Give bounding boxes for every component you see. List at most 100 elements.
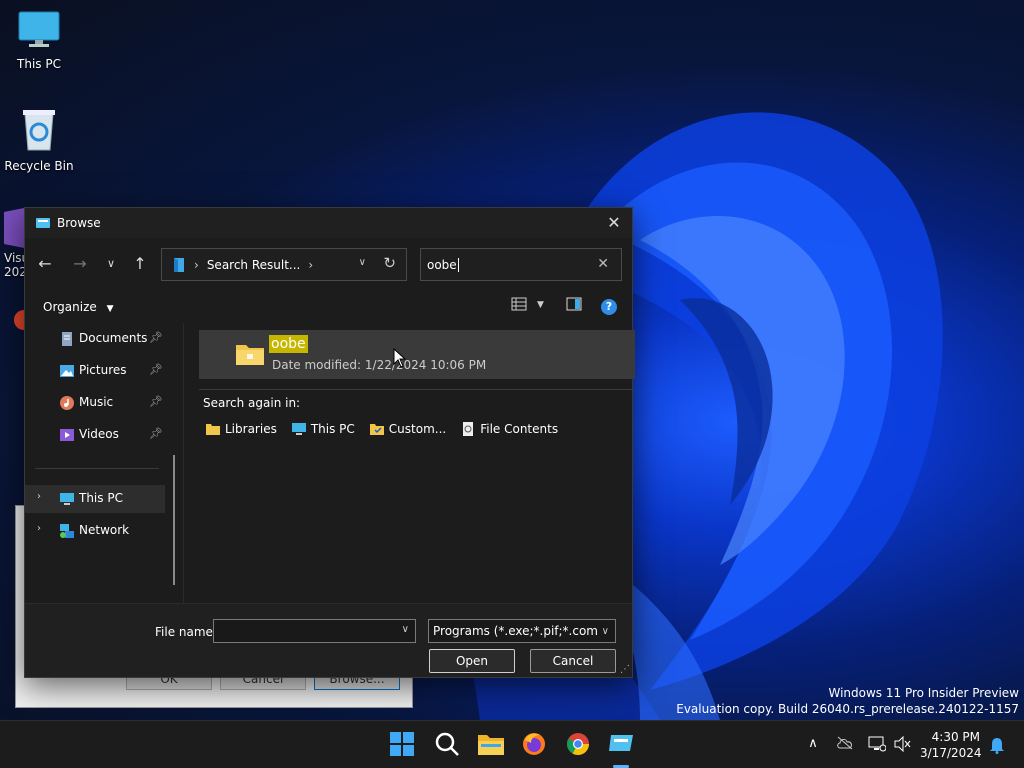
search-again-file-contents[interactable]: File Contents <box>460 421 558 437</box>
pin-icon: 📌︎ <box>149 363 163 376</box>
desktop-icon-this-pc[interactable]: This PC <box>1 10 77 71</box>
clear-search-icon[interactable]: ✕ <box>597 256 609 272</box>
cancel-button[interactable]: Cancel <box>530 649 616 673</box>
music-icon <box>60 396 74 410</box>
nav-item-videos[interactable]: Videos 📌︎ <box>25 421 165 449</box>
arrow-up-icon: ↑ <box>133 254 147 273</box>
breadcrumb-search-results[interactable]: Search Result... <box>207 258 301 272</box>
command-bar: Organize ▼ ▼ ? <box>25 292 632 322</box>
start-button[interactable] <box>389 731 417 759</box>
pictures-icon <box>60 365 74 377</box>
nav-pane-scrollbar[interactable] <box>173 455 175 585</box>
divider <box>199 389 635 390</box>
nav-item-pictures[interactable]: Pictures 📌︎ <box>25 357 165 385</box>
search-icon <box>435 732 459 756</box>
app-icon <box>14 310 34 330</box>
active-app-button[interactable] <box>608 731 636 759</box>
search-again-item-label: Custom... <box>388 422 447 436</box>
details-view-icon <box>511 297 527 311</box>
firefox-button[interactable] <box>521 731 549 759</box>
taskbar: ∧ 4:30 PM 3/17/2024 <box>0 720 1024 768</box>
view-options-dropdown[interactable]: ▼ <box>537 300 544 320</box>
desktop-icon-label: Visu 202 <box>4 251 24 279</box>
notifications-button[interactable] <box>988 736 1006 754</box>
up-button[interactable]: ↑ <box>128 252 152 276</box>
nav-item-documents[interactable]: Documents 📌︎ <box>25 325 165 353</box>
search-box[interactable]: oobe ✕ <box>420 248 622 281</box>
file-name-field[interactable]: ∨ <box>213 619 416 643</box>
watermark-line1: Windows 11 Pro Insider Preview <box>828 686 1019 700</box>
search-again-libraries[interactable]: Libraries <box>205 421 277 437</box>
search-again-label: Search again in: <box>203 396 301 410</box>
network-tray-button[interactable] <box>868 736 887 754</box>
open-button[interactable]: Open <box>429 649 515 673</box>
search-again-this-pc[interactable]: This PC <box>291 421 355 437</box>
dialog-titlebar[interactable]: Browse <box>25 208 632 238</box>
nav-item-this-pc[interactable]: › This PC <box>25 485 165 513</box>
item-name: oobe <box>269 335 308 353</box>
address-dropdown-icon[interactable]: ∨ <box>359 257 366 268</box>
recent-locations-button[interactable]: ∨ <box>99 252 123 276</box>
file-list: oobe Date modified: 1/22/2024 10:06 PM S… <box>183 323 635 603</box>
search-again-custom[interactable]: Custom... <box>369 421 446 437</box>
chrome-icon <box>567 733 589 755</box>
volume-tray-button[interactable] <box>894 735 912 754</box>
forward-button[interactable]: → <box>68 252 92 276</box>
chevron-down-icon: ▼ <box>537 300 544 310</box>
nav-item-network[interactable]: › Network <box>25 517 165 545</box>
navigation-bar: ← → ∨ ↑ › Search Result... › ∨ ↻ oobe ✕ <box>25 246 632 282</box>
expand-chevron-icon[interactable]: › <box>37 523 41 534</box>
desktop-icon-visual-studio[interactable]: Visu 202 <box>0 208 24 288</box>
organize-menu[interactable]: Organize ▼ <box>43 300 114 314</box>
pin-icon: 📌︎ <box>149 427 163 440</box>
nav-item-label: Videos <box>79 427 119 441</box>
close-button[interactable]: ✕ <box>602 212 626 234</box>
search-again-item-label: File Contents <box>480 422 559 436</box>
resize-grip-icon[interactable]: ⋰ <box>620 664 630 675</box>
preview-pane-button[interactable] <box>566 297 582 317</box>
file-type-select[interactable]: Programs (*.exe;*.pif;*.com;*.bat) ∨ <box>428 619 616 643</box>
breadcrumb-separator[interactable]: › <box>308 258 313 272</box>
search-again-locations: Libraries This PC Custom... File Content… <box>205 421 572 437</box>
help-button[interactable]: ? <box>601 299 617 315</box>
list-item[interactable]: oobe Date modified: 1/22/2024 10:06 PM <box>199 330 635 379</box>
item-date-modified: Date modified: 1/22/2024 10:06 PM <box>272 358 487 372</box>
back-button[interactable]: ← <box>33 252 57 276</box>
nav-item-label: Documents <box>79 331 148 345</box>
desktop-icon-partial[interactable] <box>14 306 34 346</box>
file-explorer-button[interactable] <box>477 731 505 759</box>
chevron-down-icon: ▼ <box>106 304 114 314</box>
chevron-down-icon[interactable]: ∨ <box>402 624 409 635</box>
refresh-icon[interactable]: ↻ <box>383 254 396 272</box>
recycle-bin-icon <box>1 106 77 155</box>
help-icon: ? <box>605 300 613 313</box>
chrome-button[interactable] <box>565 731 593 759</box>
dialog-app-icon <box>36 218 50 228</box>
nav-item-label: Network <box>79 523 130 537</box>
search-input[interactable]: oobe <box>427 258 457 272</box>
file-contents-icon <box>463 422 474 436</box>
clock-time: 4:30 PM <box>931 730 980 744</box>
change-view-button[interactable] <box>511 297 527 317</box>
search-results-icon <box>174 257 184 272</box>
show-hidden-icons-button[interactable]: ∧ <box>804 736 822 754</box>
volume-muted-icon <box>894 735 911 753</box>
close-icon: ✕ <box>607 213 621 232</box>
expand-chevron-icon[interactable]: › <box>37 491 41 502</box>
this-pc-icon <box>291 423 306 435</box>
organize-label: Organize <box>43 300 97 314</box>
system-clock[interactable]: 4:30 PM 3/17/2024 <box>920 729 982 761</box>
address-bar[interactable]: › Search Result... › ∨ ↻ <box>161 248 407 281</box>
file-type-value: Programs (*.exe;*.pif;*.com;*.bat) <box>433 624 597 638</box>
onedrive-tray-button[interactable] <box>836 736 854 754</box>
search-button[interactable] <box>434 731 462 759</box>
nav-item-music[interactable]: Music 📌︎ <box>25 389 165 417</box>
monitor-icon <box>1 10 77 53</box>
documents-icon <box>62 332 72 346</box>
preview-pane-icon <box>566 297 582 311</box>
desktop-icon-recycle-bin[interactable]: Recycle Bin <box>1 106 77 173</box>
search-again-item-label: This PC <box>310 422 355 436</box>
videos-icon <box>60 429 74 441</box>
navigation-pane: Documents 📌︎ Pictures 📌︎ Music 📌︎ Videos… <box>25 323 183 603</box>
arrow-left-icon: ← <box>38 254 52 273</box>
